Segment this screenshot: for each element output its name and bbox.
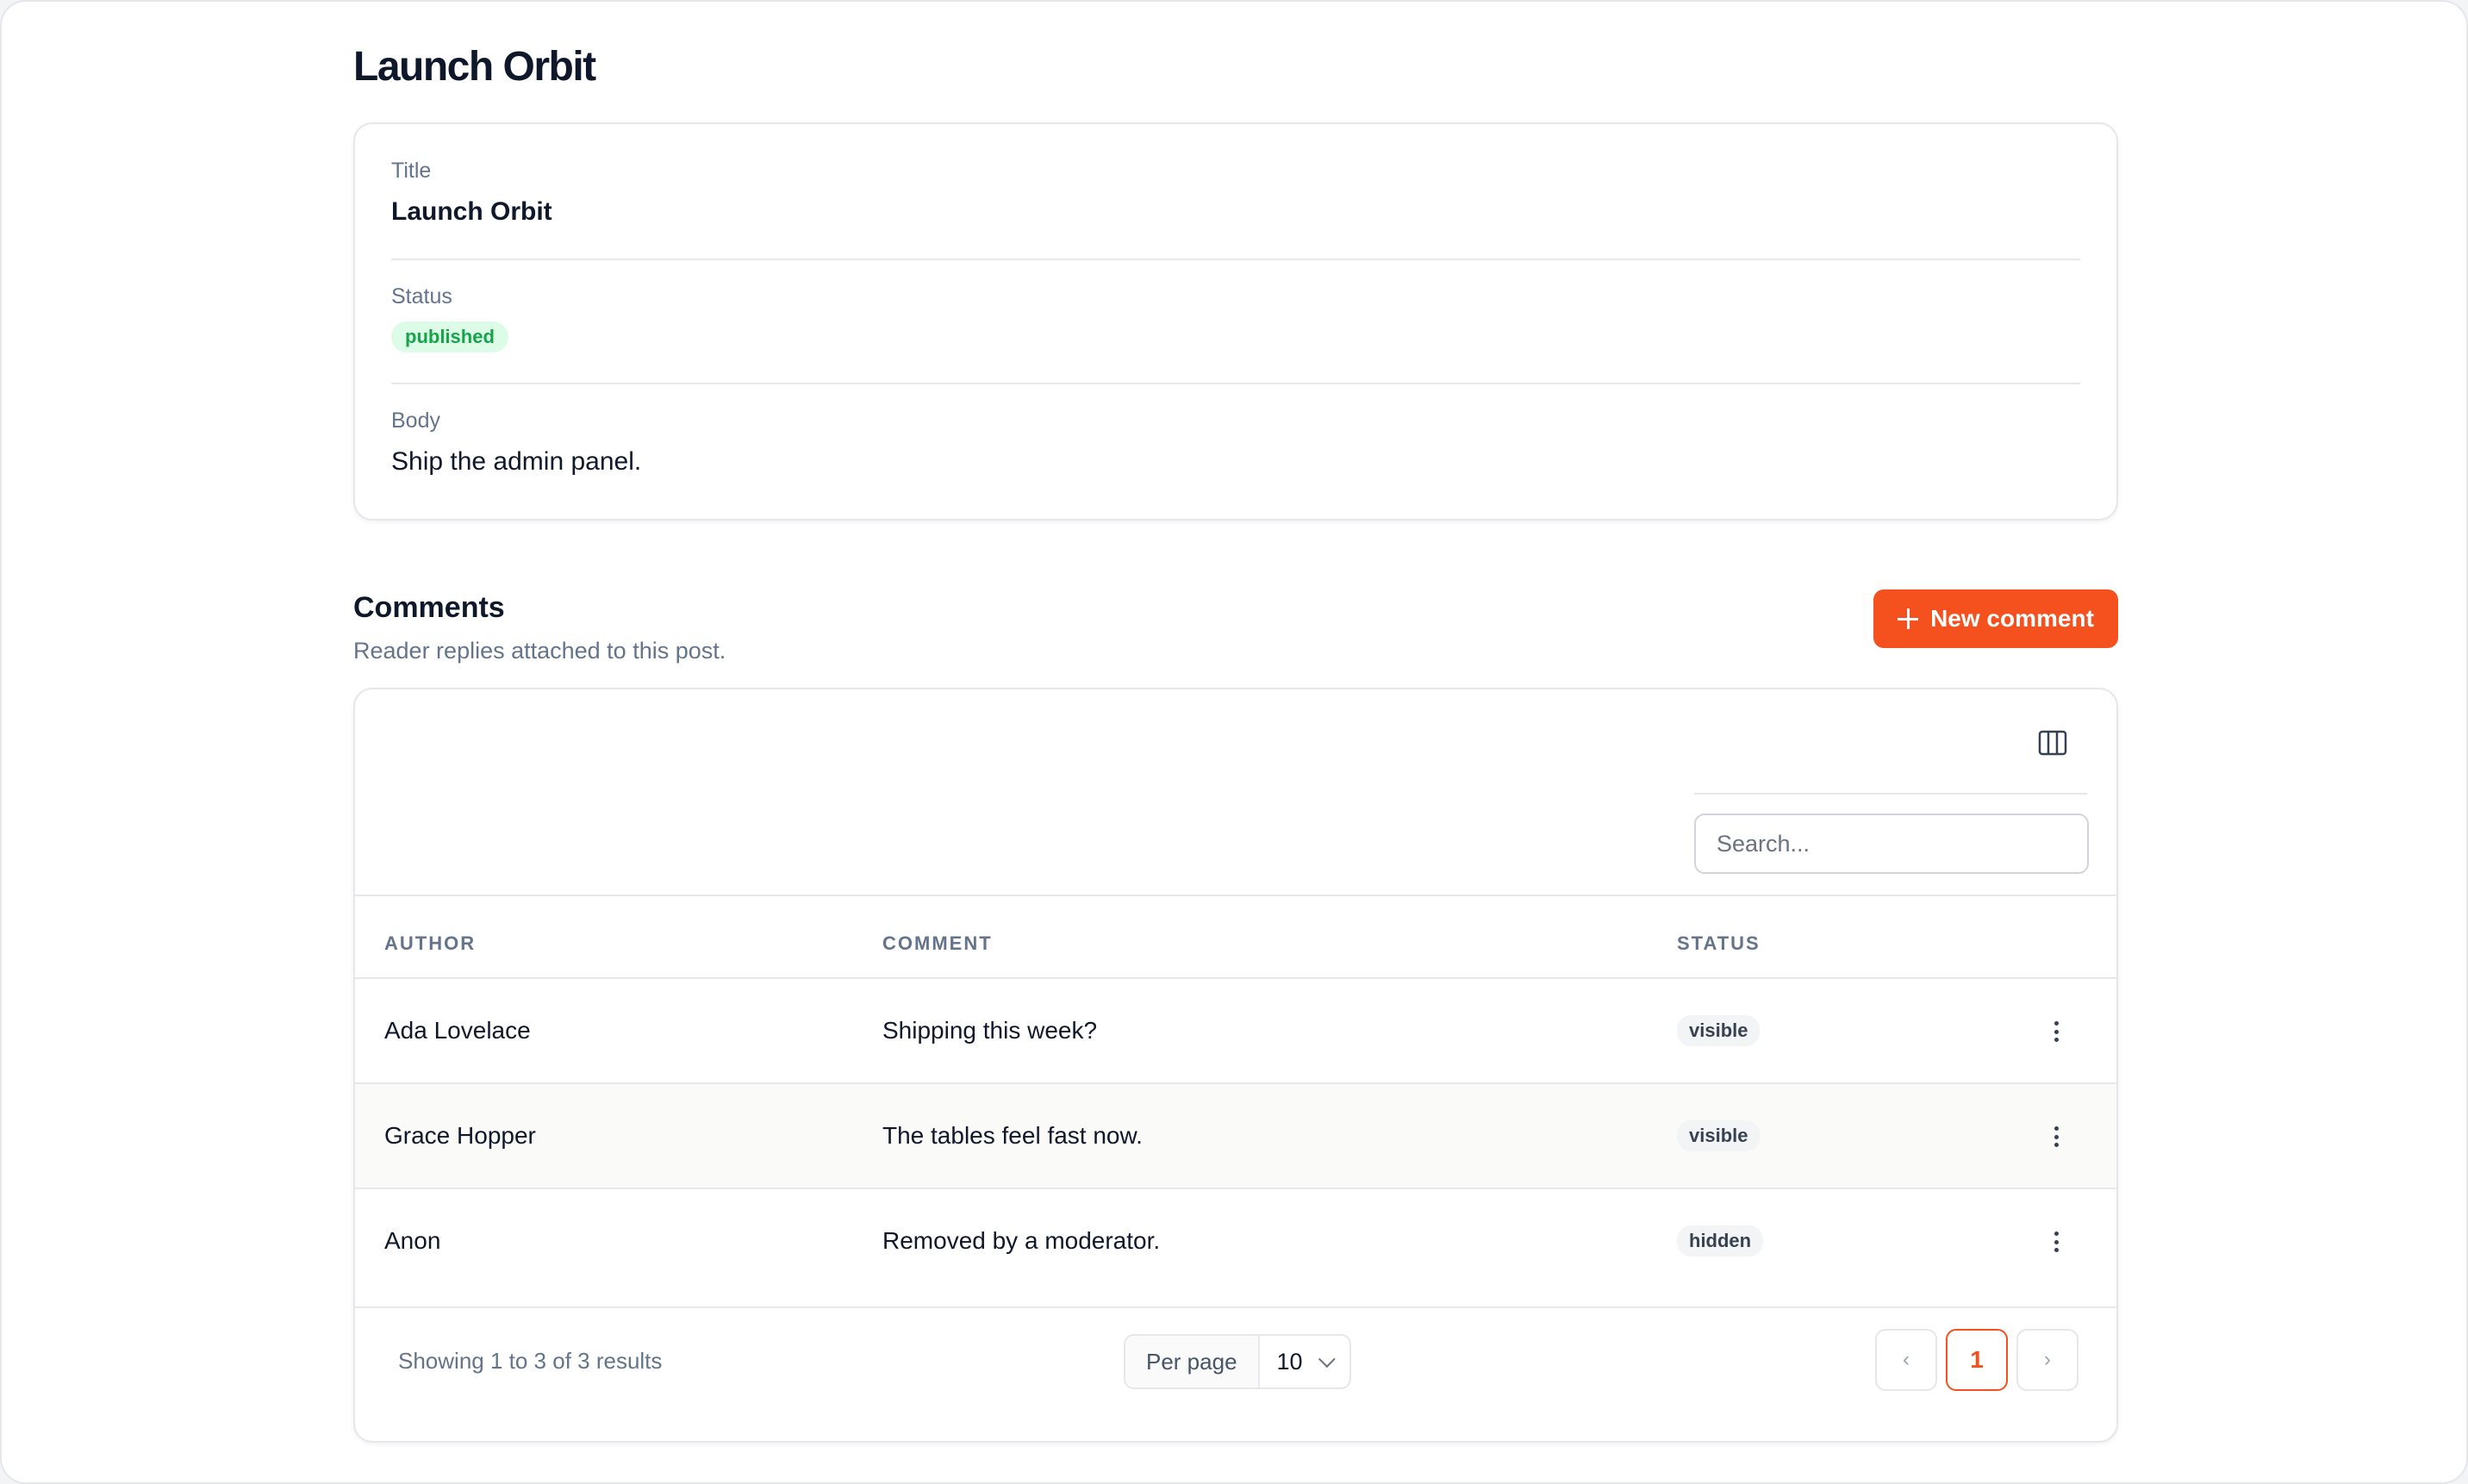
column-header-comment[interactable]: Comment xyxy=(882,932,993,955)
author-cell: Grace Hopper xyxy=(384,1122,536,1149)
title-field-value: Launch Orbit xyxy=(391,197,552,226)
status-badge: hidden xyxy=(1677,1225,1764,1256)
divider xyxy=(391,259,2080,260)
body-field-label: Body xyxy=(391,408,440,433)
status-cell: visible xyxy=(1677,1084,1761,1188)
status-field-label: Status xyxy=(391,284,452,309)
author-cell: Anon xyxy=(384,1227,441,1254)
row-actions-kebab-icon[interactable] xyxy=(2046,1227,2066,1256)
per-page-label: Per page xyxy=(1125,1336,1260,1387)
title-field-label: Title xyxy=(391,159,432,183)
row-actions-kebab-icon[interactable] xyxy=(2046,1017,2066,1046)
page-title: Launch Orbit xyxy=(353,44,596,90)
new-comment-button-label: New comment xyxy=(1930,605,2094,632)
status-badge: visible xyxy=(1677,1015,1761,1046)
author-cell: Ada Lovelace xyxy=(384,1017,531,1044)
status-field: Status published xyxy=(391,284,2080,352)
body-field-value: Ship the admin panel. xyxy=(391,447,642,476)
next-page-button[interactable]: › xyxy=(2016,1329,2078,1391)
status-cell: hidden xyxy=(1677,1189,1764,1293)
divider xyxy=(391,383,2080,384)
status-badge: published xyxy=(391,321,508,352)
comment-cell: The tables feel fast now. xyxy=(882,1122,1143,1149)
title-field: Title Launch Orbit xyxy=(391,159,2080,227)
columns-toggle-button[interactable] xyxy=(2035,726,2070,760)
comments-subheading: Reader replies attached to this post. xyxy=(353,638,726,664)
status-cell: visible xyxy=(1677,979,1761,1082)
table-footer-divider xyxy=(355,1306,2116,1308)
plus-icon xyxy=(1898,608,1919,629)
comments-table-card: Author Comment Status Ada Lovelace Shipp… xyxy=(353,688,2118,1443)
per-page-select[interactable]: Per page 10 xyxy=(1124,1334,1351,1389)
page-1-button[interactable]: 1 xyxy=(1946,1329,2008,1391)
results-summary: Showing 1 to 3 of 3 results xyxy=(398,1348,663,1374)
comments-heading: Comments xyxy=(353,591,505,624)
comment-cell: Shipping this week? xyxy=(882,1017,1098,1044)
toolbar-divider xyxy=(1694,793,2087,795)
table-row[interactable]: Ada Lovelace Shipping this week? visible xyxy=(355,979,2116,1084)
comment-cell: Removed by a moderator. xyxy=(882,1227,1161,1254)
new-comment-button[interactable]: New comment xyxy=(1873,589,2118,648)
app-window: Launch Orbit Title Launch Orbit Status p… xyxy=(0,0,2468,1484)
table-row[interactable]: Anon Removed by a moderator. hidden xyxy=(355,1189,2116,1294)
per-page-value: 10 xyxy=(1276,1348,1303,1375)
status-badge: visible xyxy=(1677,1120,1761,1151)
body-field: Body Ship the admin panel. xyxy=(391,408,2080,477)
chevron-down-icon xyxy=(1318,1350,1336,1369)
record-details-card: Title Launch Orbit Status published Body… xyxy=(353,122,2118,521)
search-input[interactable] xyxy=(1694,814,2089,874)
column-header-status[interactable]: Status xyxy=(1677,932,1761,955)
table-header-top-border xyxy=(355,895,2116,896)
row-actions-kebab-icon[interactable] xyxy=(2046,1122,2066,1151)
column-header-author[interactable]: Author xyxy=(384,932,476,955)
columns-icon xyxy=(2038,730,2067,756)
table-row[interactable]: Grace Hopper The tables feel fast now. v… xyxy=(355,1084,2116,1189)
previous-page-button[interactable]: ‹ xyxy=(1875,1329,1937,1391)
